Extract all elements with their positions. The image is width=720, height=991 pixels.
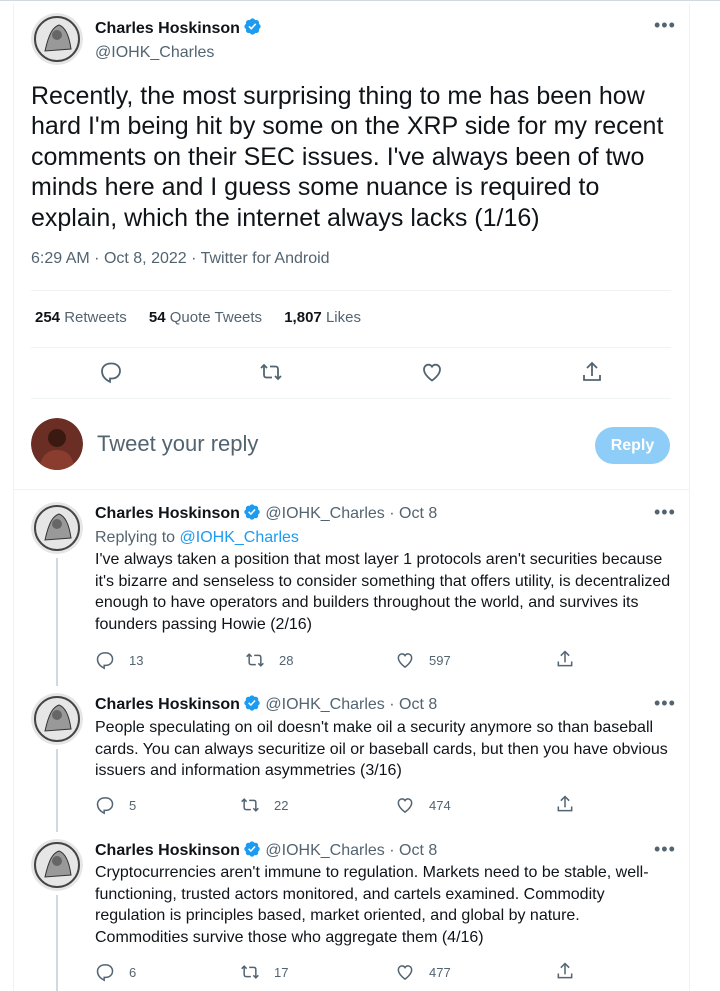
reply-icon (96, 964, 114, 982)
retweet-icon (241, 965, 259, 979)
like-action[interactable]: 597 (395, 650, 451, 670)
more-dots-icon[interactable]: ••• (654, 839, 676, 860)
divider (31, 347, 671, 348)
retweet-count: 22 (274, 797, 289, 813)
author-avatar[interactable] (31, 13, 83, 65)
reply-icon (96, 652, 114, 670)
tweet-text: People speculating on oil doesn't make o… (95, 719, 668, 780)
author-avatar[interactable] (31, 502, 83, 554)
author-name[interactable]: Charles Hoskinson (95, 20, 240, 38)
tweet-date[interactable]: Oct 8 (399, 505, 437, 522)
retweets-stat[interactable]: 254 Retweets (35, 309, 127, 326)
like-count: 597 (429, 652, 451, 668)
like-action[interactable]: 474 (395, 795, 451, 815)
replying-to: Replying to @IOHK_Charles (95, 529, 299, 546)
tweet-text: I've always taken a position that most l… (95, 551, 671, 633)
share-icon (557, 795, 573, 812)
verified-badge-icon (243, 694, 261, 717)
retweet-count: 28 (279, 652, 294, 668)
tweet-text: Cryptocurrencies aren't immune to regula… (95, 864, 649, 946)
retweet-icon (241, 798, 259, 812)
author-block: Charles Hoskinson @IOHK_Charles (95, 17, 262, 62)
reply-count: 5 (129, 797, 137, 813)
retweet-action[interactable]: 28 (245, 650, 293, 670)
more-dots-icon[interactable]: ••• (654, 693, 676, 714)
tweet-header: Charles Hoskinson @IOHK_Charles · Oct 8 (95, 840, 437, 863)
reply-icon (96, 797, 114, 815)
quote-tweets-stat[interactable]: 54 Quote Tweets (149, 309, 262, 326)
like-icon (397, 965, 413, 980)
thread-connector (56, 895, 58, 991)
reply-count: 6 (129, 964, 137, 980)
verified-badge-icon (243, 17, 262, 41)
like-count: 474 (429, 797, 451, 813)
author-handle[interactable]: @IOHK_Charles (95, 44, 262, 62)
reply-input[interactable]: Tweet your reply (97, 431, 258, 457)
tweet-date[interactable]: Oct 8 (399, 842, 437, 859)
reply-count: 13 (129, 652, 144, 668)
likes-stat[interactable]: 1,807 Likes (284, 309, 361, 326)
reply-action[interactable]: 6 (95, 962, 136, 982)
share-icon[interactable] (580, 360, 606, 386)
retweet-icon[interactable] (259, 360, 285, 386)
share-action[interactable] (555, 961, 589, 981)
tweet-stats: 254 Retweets 54 Quote Tweets 1,807 Likes (35, 309, 379, 326)
tweet-source[interactable]: Twitter for Android (201, 250, 330, 267)
like-icon (397, 798, 413, 813)
tweet-text: Recently, the most surprising thing to m… (31, 82, 664, 232)
reply-icon[interactable] (99, 360, 125, 386)
author-name[interactable]: Charles Hoskinson (95, 505, 240, 522)
verified-badge-icon (243, 840, 261, 863)
like-icon[interactable] (420, 360, 446, 386)
more-dots-icon[interactable]: ••• (654, 502, 676, 523)
thread-connector (56, 558, 58, 686)
tweet-time[interactable]: 6:29 AM (31, 250, 90, 267)
share-icon (557, 962, 573, 979)
like-icon (397, 653, 413, 668)
retweet-action[interactable]: 22 (240, 795, 288, 815)
reply-action[interactable]: 13 (95, 650, 143, 670)
replying-to-link[interactable]: @IOHK_Charles (180, 529, 299, 546)
tweet-date[interactable]: Oct 8, 2022 (104, 250, 187, 267)
author-handle[interactable]: @IOHK_Charles (265, 842, 384, 859)
reply-action[interactable]: 5 (95, 795, 136, 815)
tweet-header: Charles Hoskinson @IOHK_Charles · Oct 8 (95, 503, 437, 526)
like-count: 477 (429, 964, 451, 980)
thread-connector (56, 749, 58, 832)
verified-badge-icon (243, 503, 261, 526)
divider (31, 290, 671, 291)
author-avatar[interactable] (31, 839, 83, 891)
more-dots-icon[interactable]: ••• (654, 15, 676, 36)
tweet-header: Charles Hoskinson @IOHK_Charles · Oct 8 (95, 694, 437, 717)
divider (14, 489, 689, 490)
divider (31, 398, 671, 399)
retweet-action[interactable]: 17 (240, 962, 288, 982)
share-action[interactable] (555, 794, 589, 814)
author-handle[interactable]: @IOHK_Charles (265, 505, 384, 522)
retweet-count: 17 (274, 964, 289, 980)
share-action[interactable] (555, 649, 589, 669)
like-action[interactable]: 477 (395, 962, 451, 982)
author-handle[interactable]: @IOHK_Charles (265, 696, 384, 713)
tweet-meta: 6:29 AM · Oct 8, 2022 · Twitter for Andr… (31, 250, 330, 267)
author-avatar[interactable] (31, 693, 83, 745)
retweet-icon (246, 653, 264, 667)
author-name[interactable]: Charles Hoskinson (95, 696, 240, 713)
tweet-date[interactable]: Oct 8 (399, 696, 437, 713)
user-avatar[interactable] (31, 418, 83, 470)
reply-button[interactable]: Reply (595, 427, 670, 464)
author-name[interactable]: Charles Hoskinson (95, 842, 240, 859)
share-icon (557, 650, 573, 667)
